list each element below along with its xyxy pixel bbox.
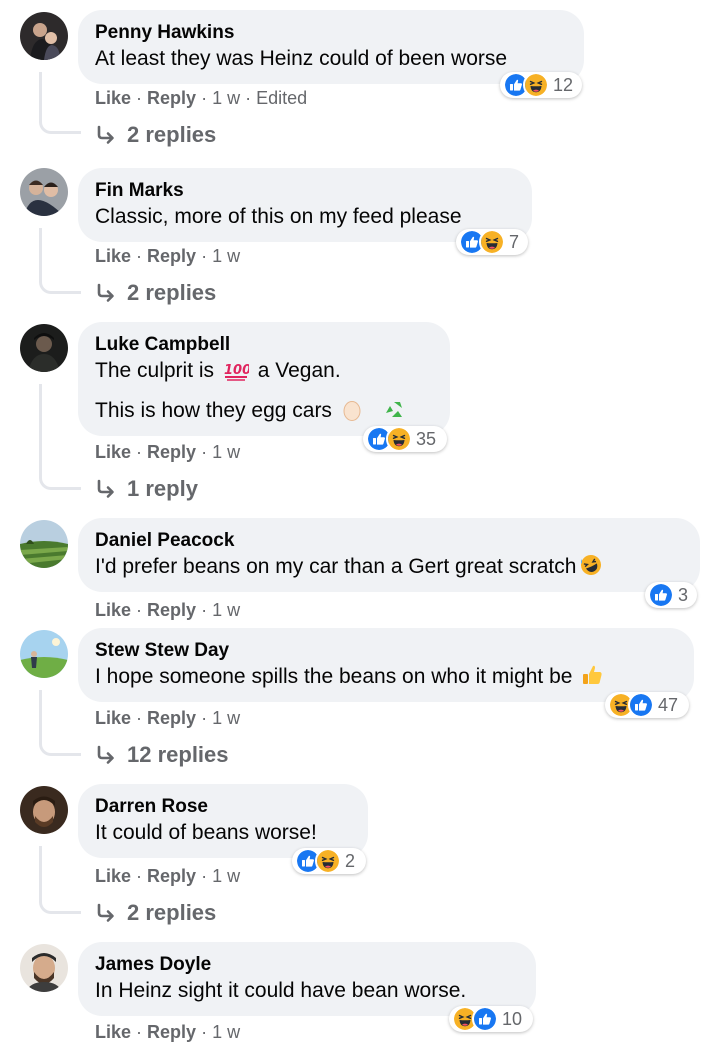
comment-bubble: Luke Campbell The culprit is 100 a Vegan…: [78, 322, 450, 436]
comment-timestamp[interactable]: 1 w: [212, 88, 240, 108]
comment-text: The culprit is 100 a Vegan.: [95, 359, 341, 382]
reply-arrow-icon: [95, 124, 117, 146]
avatar-penny-hawkins[interactable]: [20, 12, 68, 60]
comment-actions: Like · Reply · 1 w: [95, 866, 241, 886]
reply-arrow-icon: [95, 282, 117, 304]
hundred-points-emoji: 100: [224, 363, 249, 381]
avatar-fin-marks[interactable]: [20, 168, 68, 216]
avatar-james-doyle[interactable]: [20, 944, 68, 992]
avatar-luke-campbell[interactable]: [20, 324, 68, 372]
comment-author[interactable]: Daniel Peacock: [95, 529, 684, 553]
comment-text: I hope someone spills the beans on who i…: [95, 663, 678, 691]
like-icon: [648, 582, 674, 608]
like-icon: [472, 1006, 498, 1032]
comment-text: I'd prefer beans on my car than a Gert g…: [95, 553, 684, 581]
like-action[interactable]: Like: [95, 866, 131, 886]
comment-author[interactable]: Stew Stew Day: [95, 639, 678, 663]
haha-icon: [523, 72, 549, 98]
reply-arrow-icon: [95, 744, 117, 766]
comment-author[interactable]: Luke Campbell: [95, 333, 434, 357]
reply-thread-line: [39, 72, 81, 134]
thumbs-up-emoji: [583, 665, 603, 684]
reactions-summary[interactable]: 7: [456, 229, 528, 255]
avatar-stew-stew-day[interactable]: [20, 630, 68, 678]
comment-text: In Heinz sight it could have bean worse.: [95, 979, 467, 1002]
like-action[interactable]: Like: [95, 442, 131, 462]
reaction-count: 2: [345, 850, 356, 871]
view-replies-link[interactable]: 2 replies: [95, 900, 216, 926]
reply-arrow-icon: [95, 478, 117, 500]
like-icon: [628, 692, 654, 718]
haha-icon: [479, 229, 505, 255]
comment-actions: Like · Reply · 1 w: [95, 442, 241, 462]
haha-icon: [386, 426, 412, 452]
comment-author[interactable]: Fin Marks: [95, 179, 516, 203]
reaction-count: 12: [553, 74, 574, 95]
comment-timestamp[interactable]: 1 w: [212, 1022, 240, 1042]
reply-arrow-icon: [95, 902, 117, 924]
reply-action[interactable]: Reply: [147, 708, 196, 728]
like-action[interactable]: Like: [95, 708, 131, 728]
comment-actions: Like · Reply · 1 w · Edited: [95, 88, 308, 108]
reaction-count: 7: [509, 231, 520, 252]
comment-timestamp[interactable]: 1 w: [212, 442, 240, 462]
reply-action[interactable]: Reply: [147, 1022, 196, 1042]
like-action[interactable]: Like: [95, 600, 131, 620]
avatar-daniel-peacock[interactable]: [20, 520, 68, 568]
reaction-count: 3: [678, 584, 689, 605]
reactions-summary[interactable]: 12: [500, 72, 582, 98]
reactions-summary[interactable]: 47: [605, 692, 689, 718]
reply-action[interactable]: Reply: [147, 88, 196, 108]
comment-text: It could of beans worse!: [95, 821, 317, 844]
rolling-laughing-emoji: [581, 555, 602, 575]
like-action[interactable]: Like: [95, 1022, 131, 1042]
reply-thread-line: [39, 846, 81, 914]
view-replies-link[interactable]: 2 replies: [95, 280, 216, 306]
comment-timestamp[interactable]: 1 w: [212, 600, 240, 620]
view-replies-link[interactable]: 2 replies: [95, 122, 216, 148]
reactions-summary[interactable]: 2: [292, 848, 366, 874]
comment-author[interactable]: Darren Rose: [95, 795, 352, 819]
like-action[interactable]: Like: [95, 246, 131, 266]
reply-thread-line: [39, 690, 81, 756]
reactions-summary[interactable]: 3: [645, 582, 697, 608]
reaction-count: 35: [416, 428, 437, 449]
haha-icon: [315, 848, 341, 874]
comment-author[interactable]: Penny Hawkins: [95, 21, 568, 45]
reaction-count: 47: [658, 694, 679, 715]
comment-bubble: James Doyle In Heinz sight it could have…: [78, 942, 536, 1016]
recycle-emoji: [385, 402, 402, 417]
edited-label: Edited: [256, 88, 308, 108]
comment-timestamp[interactable]: 1 w: [212, 246, 240, 266]
view-replies-link[interactable]: 1 reply: [95, 476, 198, 502]
reply-thread-line: [39, 228, 81, 294]
reply-action[interactable]: Reply: [147, 442, 196, 462]
reply-action[interactable]: Reply: [147, 246, 196, 266]
reactions-summary[interactable]: 35: [363, 426, 447, 452]
like-action[interactable]: Like: [95, 88, 131, 108]
reaction-count: 10: [502, 1008, 523, 1029]
comment-text: Classic, more of this on my feed please: [95, 205, 462, 228]
comment-actions: Like · Reply · 1 w: [95, 708, 241, 728]
comment-timestamp[interactable]: 1 w: [212, 708, 240, 728]
comment-author[interactable]: James Doyle: [95, 953, 520, 977]
view-replies-link[interactable]: 12 replies: [95, 742, 229, 768]
comment-actions: Like · Reply · 1 w: [95, 600, 241, 620]
comment-actions: Like · Reply · 1 w: [95, 1022, 241, 1042]
comment-timestamp[interactable]: 1 w: [212, 866, 240, 886]
comment-text-line2: This is how they egg cars: [95, 397, 434, 425]
reactions-summary[interactable]: 10: [449, 1006, 533, 1032]
reply-action[interactable]: Reply: [147, 600, 196, 620]
reply-thread-line: [39, 384, 81, 490]
egg-emoji: [343, 401, 361, 421]
comment-text: At least they was Heinz could of been wo…: [95, 47, 508, 70]
comment-bubble: Stew Stew Day I hope someone spills the …: [78, 628, 694, 702]
comment-bubble: Darren Rose It could of beans worse!: [78, 784, 368, 858]
comment-actions: Like · Reply · 1 w: [95, 246, 241, 266]
comment-bubble: Daniel Peacock I'd prefer beans on my ca…: [78, 518, 700, 592]
avatar-darren-rose[interactable]: [20, 786, 68, 834]
svg-text:100: 100: [224, 363, 249, 378]
reply-action[interactable]: Reply: [147, 866, 196, 886]
